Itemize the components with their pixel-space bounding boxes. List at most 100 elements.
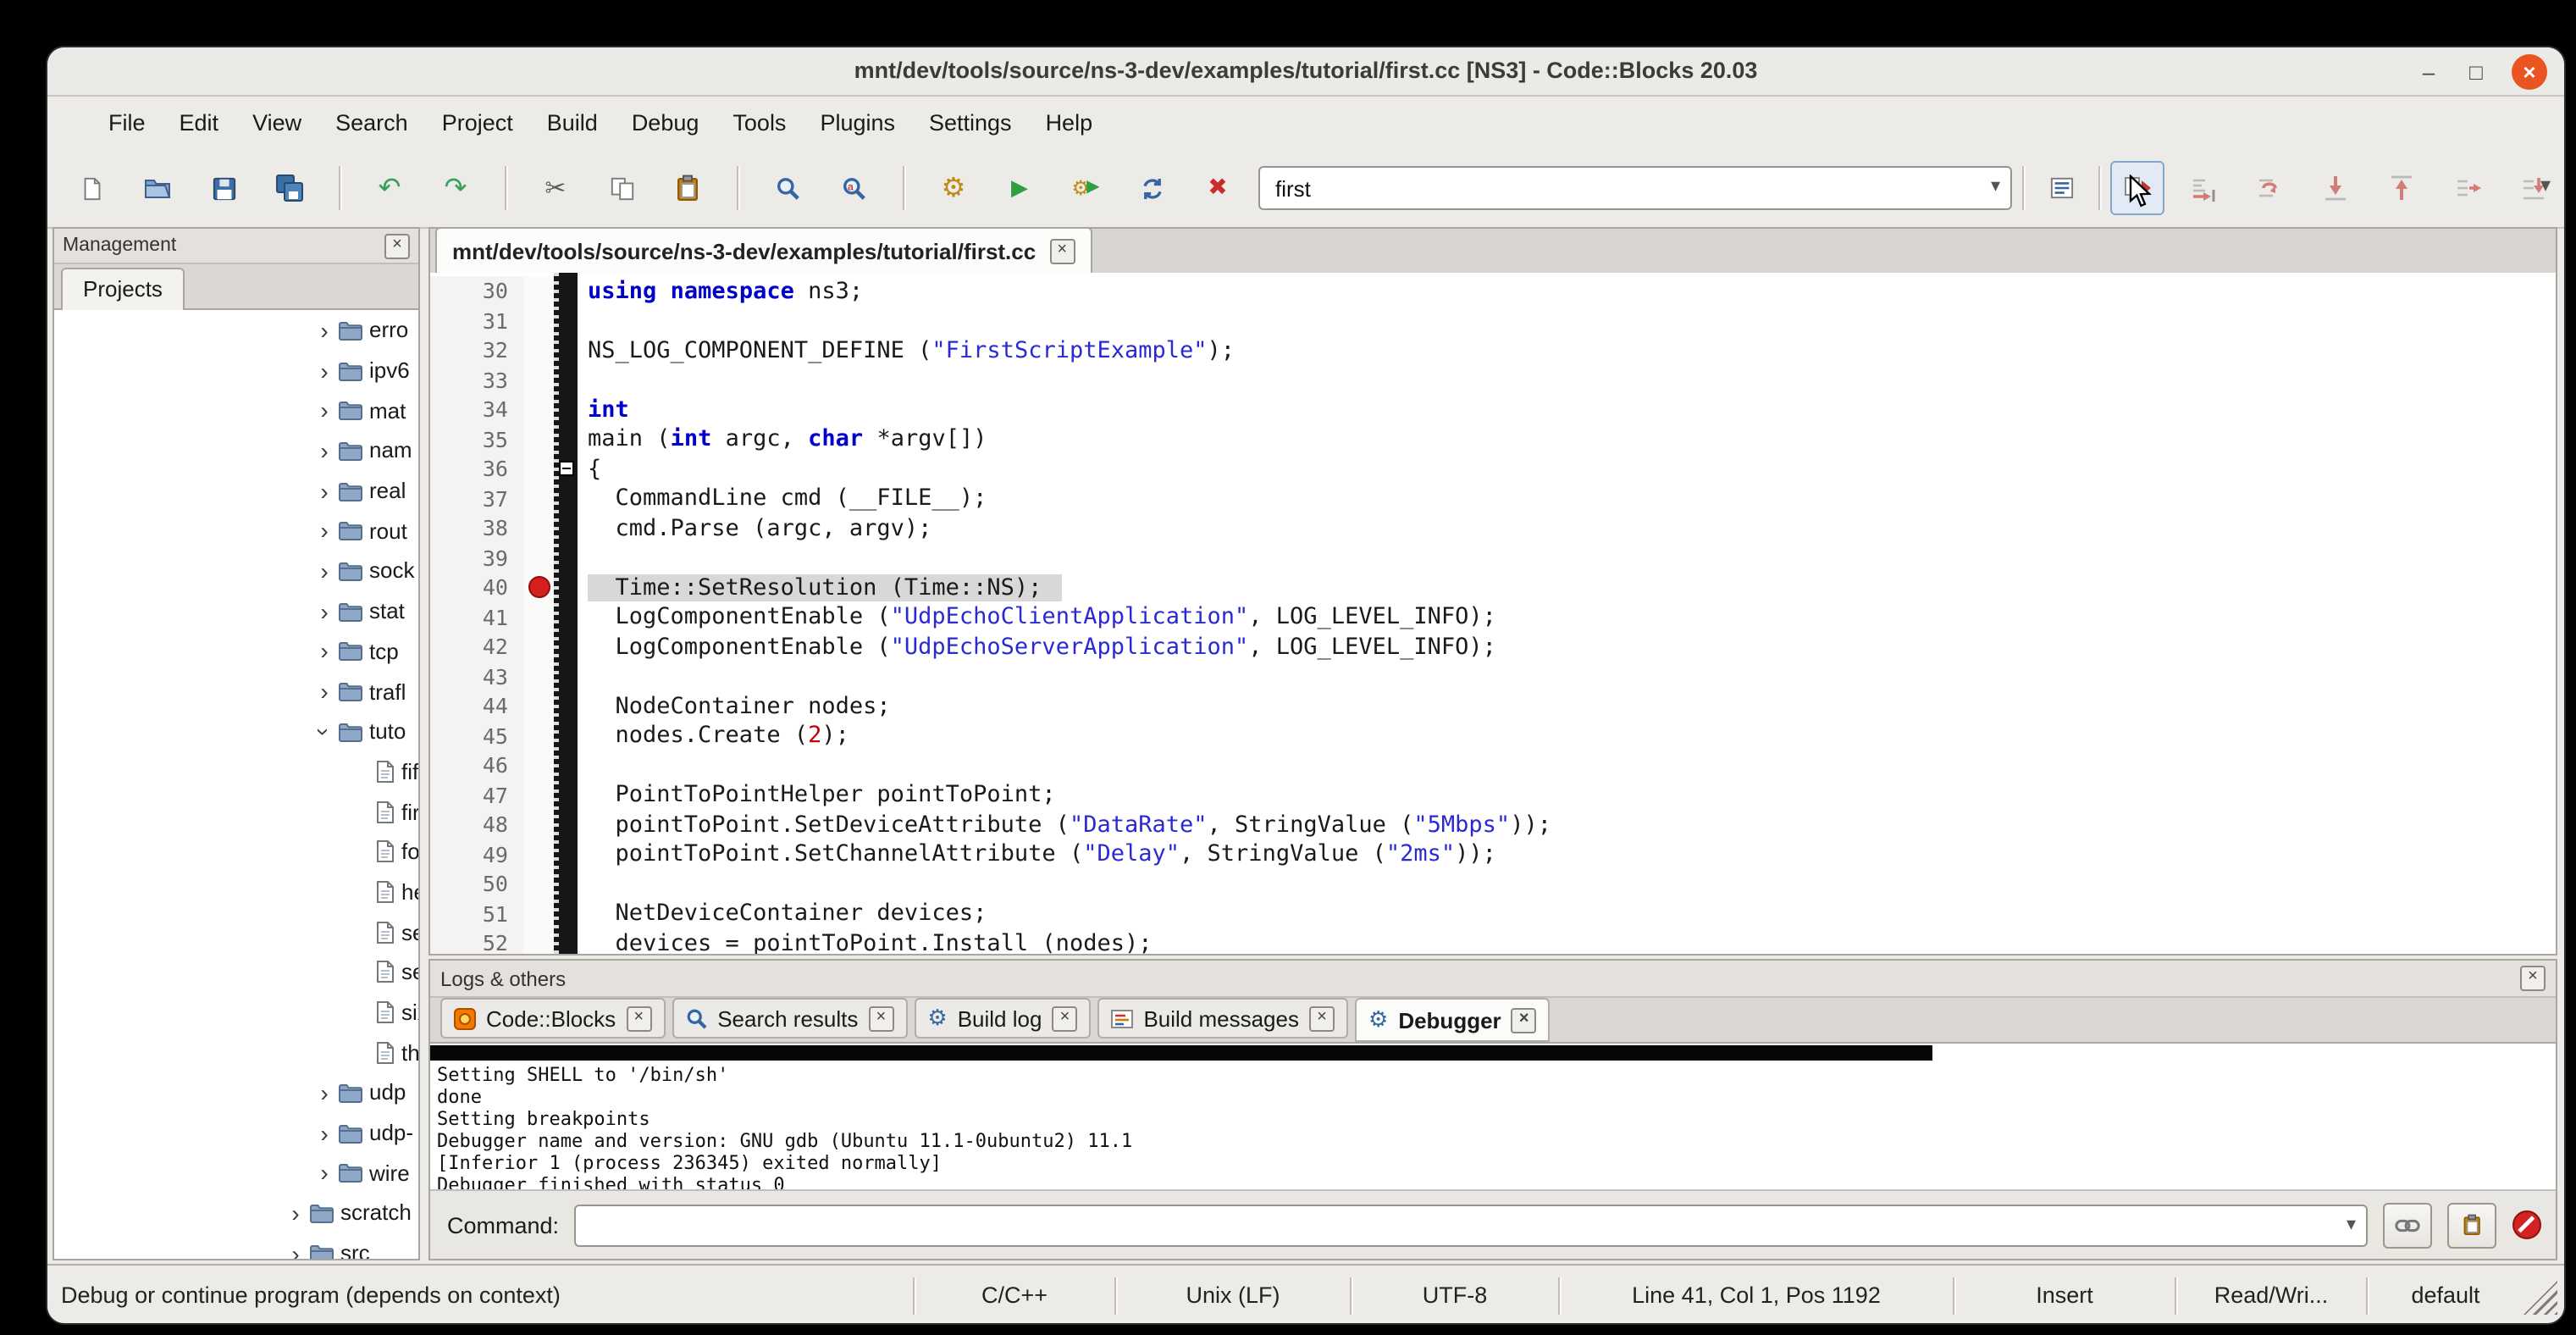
- code-line-43[interactable]: 43: [430, 662, 2556, 691]
- tab-close-icon[interactable]: ×: [626, 1005, 651, 1031]
- debugger-log[interactable]: Setting SHELL to '/bin/sh'doneSetting br…: [430, 1044, 2556, 1189]
- code-line-47[interactable]: 47 PointToPointHelper pointToPoint;: [430, 780, 2556, 810]
- build-target-input[interactable]: [1258, 166, 2012, 210]
- menu-search[interactable]: Search: [318, 102, 425, 143]
- breakpoint-margin[interactable]: [523, 276, 554, 306]
- chevron-right-icon[interactable]: ›: [313, 1121, 335, 1144]
- run-button[interactable]: ▶: [992, 161, 1047, 215]
- breakpoint-margin[interactable]: [523, 928, 554, 956]
- code-line-30[interactable]: 30using namespace ns3;: [430, 276, 2556, 306]
- tree-item-fir[interactable]: fir: [54, 792, 418, 832]
- logs-tab-code-blocks[interactable]: Code::Blocks×: [440, 998, 665, 1039]
- tab-close-icon[interactable]: ×: [1512, 1007, 1537, 1033]
- breakpoint-marker[interactable]: [528, 577, 550, 599]
- breakpoint-margin[interactable]: [523, 751, 554, 780]
- logs-tab-build-log[interactable]: ⚙Build log×: [914, 998, 1091, 1039]
- save-all-button[interactable]: [263, 161, 317, 215]
- tree-item-fo[interactable]: fo: [54, 832, 418, 872]
- breakpoint-margin[interactable]: [523, 839, 554, 869]
- menu-file[interactable]: File: [91, 102, 163, 143]
- title-bar[interactable]: mnt/dev/tools/source/ns-3-dev/examples/t…: [47, 47, 2564, 97]
- menu-edit[interactable]: Edit: [163, 102, 236, 143]
- code-line-50[interactable]: 50: [430, 869, 2556, 899]
- minimize-button[interactable]: –: [2417, 58, 2441, 84]
- breakpoint-margin[interactable]: [523, 632, 554, 662]
- breakpoint-margin[interactable]: [523, 306, 554, 335]
- tree-item-scratch[interactable]: ›scratch: [54, 1193, 418, 1233]
- tree-item-udp-[interactable]: ›udp-: [54, 1113, 418, 1153]
- code-line-34[interactable]: 34int: [430, 395, 2556, 424]
- chevron-right-icon[interactable]: ›: [313, 1161, 335, 1185]
- fold-collapse-icon[interactable]: [558, 461, 573, 476]
- breakpoint-margin[interactable]: [523, 810, 554, 839]
- next-instruction-button[interactable]: [2441, 161, 2495, 215]
- save-file-button[interactable]: [196, 161, 251, 215]
- menu-settings[interactable]: Settings: [912, 102, 1029, 143]
- breakpoint-margin[interactable]: [523, 691, 554, 721]
- attach-button[interactable]: [2383, 1202, 2432, 1248]
- tree-item-he[interactable]: he: [54, 872, 418, 911]
- code-line-38[interactable]: 38 cmd.Parse (argc, argv);: [430, 513, 2556, 543]
- debug-continue-button[interactable]: [2110, 161, 2164, 215]
- chevron-right-icon[interactable]: ›: [313, 398, 335, 422]
- step-into-instruction-button[interactable]: [2507, 161, 2561, 215]
- command-input[interactable]: [574, 1204, 2368, 1246]
- breakpoint-margin[interactable]: [523, 484, 554, 513]
- code-line-40[interactable]: 40 Time::SetResolution (Time::NS);: [430, 573, 2556, 602]
- select-target-button[interactable]: [2034, 161, 2088, 215]
- project-tree[interactable]: ›erro›ipv6›mat›nam›real›rout›sock›stat›t…: [54, 310, 418, 1260]
- stop-debugger-icon[interactable]: [2512, 1210, 2542, 1240]
- code-line-42[interactable]: 42 LogComponentEnable ("UdpEchoServerApp…: [430, 632, 2556, 662]
- resize-grip[interactable]: [2523, 1281, 2557, 1315]
- chevron-right-icon[interactable]: ›: [285, 1201, 307, 1225]
- breakpoint-margin[interactable]: [523, 721, 554, 751]
- menu-plugins[interactable]: Plugins: [803, 102, 912, 143]
- abort-build-button[interactable]: ✖: [1191, 161, 1245, 215]
- build-and-run-button[interactable]: ⚙▶: [1059, 161, 1113, 215]
- tree-item-fif[interactable]: fif: [54, 751, 418, 791]
- code-line-32[interactable]: 32NS_LOG_COMPONENT_DEFINE ("FirstScriptE…: [430, 335, 2556, 365]
- code-line-49[interactable]: 49 pointToPoint.SetChannelAttribute ("De…: [430, 839, 2556, 869]
- tree-item-trafl[interactable]: ›trafl: [54, 671, 418, 711]
- tree-item-se[interactable]: se: [54, 912, 418, 952]
- breakpoint-margin[interactable]: [523, 365, 554, 395]
- code-line-46[interactable]: 46: [430, 751, 2556, 780]
- undo-button[interactable]: ↶: [362, 161, 417, 215]
- tree-item-real[interactable]: ›real: [54, 471, 418, 511]
- breakpoint-margin[interactable]: [523, 513, 554, 543]
- clipboard-button[interactable]: [2447, 1202, 2496, 1248]
- tree-item-wire[interactable]: ›wire: [54, 1153, 418, 1193]
- code-line-33[interactable]: 33: [430, 365, 2556, 395]
- build-button[interactable]: ⚙: [926, 161, 981, 215]
- tab-projects[interactable]: Projects: [61, 268, 185, 310]
- open-file-button[interactable]: [130, 161, 185, 215]
- chevron-right-icon[interactable]: ›: [313, 479, 335, 502]
- menu-tools[interactable]: Tools: [716, 102, 803, 143]
- tab-close-icon[interactable]: ×: [1052, 1005, 1077, 1031]
- chevron-right-icon[interactable]: ›: [313, 599, 335, 623]
- code-line-35[interactable]: 35main (int argc, char *argv[]): [430, 424, 2556, 454]
- find-button[interactable]: [760, 161, 815, 215]
- tree-item-tuto[interactable]: ›tuto: [54, 712, 418, 751]
- code-line-41[interactable]: 41 LogComponentEnable ("UdpEchoClientApp…: [430, 602, 2556, 632]
- tree-item-rout[interactable]: ›rout: [54, 511, 418, 551]
- close-button[interactable]: ×: [2512, 53, 2547, 89]
- rebuild-button[interactable]: [1125, 161, 1179, 215]
- selected-log-row[interactable]: [430, 1045, 1932, 1061]
- chevron-right-icon[interactable]: ›: [285, 1241, 307, 1260]
- management-close-icon[interactable]: ×: [384, 233, 410, 258]
- editor-tab[interactable]: mnt/dev/tools/source/ns-3-dev/examples/t…: [435, 227, 1092, 274]
- breakpoint-margin[interactable]: [523, 335, 554, 365]
- toolbar-overflow-chevron[interactable]: ▾: [2540, 173, 2551, 197]
- logs-tab-debugger[interactable]: ⚙Debugger×: [1355, 998, 1551, 1042]
- breakpoint-margin[interactable]: [523, 543, 554, 573]
- tree-item-udp[interactable]: ›udp: [54, 1072, 418, 1112]
- logs-close-icon[interactable]: ×: [2520, 966, 2546, 991]
- chevron-down-icon[interactable]: ›: [312, 720, 336, 742]
- step-into-button[interactable]: [2308, 161, 2363, 215]
- code-line-52[interactable]: 52 devices = pointToPoint.Install (nodes…: [430, 928, 2556, 956]
- cut-button[interactable]: ✂: [528, 161, 583, 215]
- tree-item-six[interactable]: six: [54, 992, 418, 1032]
- replace-button[interactable]: a: [826, 161, 881, 215]
- menu-build[interactable]: Build: [530, 102, 615, 143]
